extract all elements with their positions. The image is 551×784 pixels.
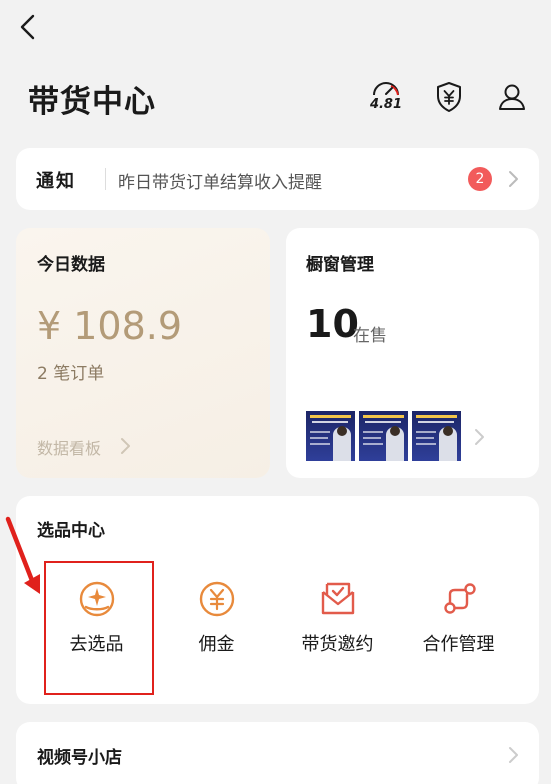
- notice-label: 通知: [36, 171, 76, 192]
- chevron-right-icon: [121, 438, 130, 454]
- score-value: 4.81: [369, 97, 403, 112]
- video-shop-card[interactable]: 视频号小店: [16, 722, 539, 784]
- back-icon[interactable]: [14, 12, 44, 42]
- notice-badge: 2: [468, 167, 492, 191]
- yen-circle-icon: [199, 581, 234, 617]
- divider: [105, 168, 106, 190]
- product-thumbnail[interactable]: [306, 411, 355, 461]
- window-title: 橱窗管理: [306, 255, 374, 275]
- dashboard-link[interactable]: 数据看板: [37, 435, 101, 459]
- invitation-button[interactable]: 带货邀约: [277, 580, 398, 680]
- product-thumbnail[interactable]: [359, 411, 408, 461]
- highlight-box: [44, 561, 154, 695]
- envelope-check-icon: [321, 582, 354, 615]
- notice-bar[interactable]: 通知 昨日带货订单结算收入提醒 2: [16, 148, 539, 210]
- tile-label: 合作管理: [422, 634, 495, 655]
- commission-button[interactable]: 佣金: [156, 580, 277, 680]
- chevron-right-icon: [509, 747, 518, 763]
- chevron-right-icon: [475, 429, 484, 445]
- user-icon[interactable]: [495, 80, 529, 114]
- today-data-card[interactable]: 今日数据 ¥ 108.9 2 笔订单 数据看板: [16, 228, 270, 478]
- chevron-right-icon: [509, 171, 518, 187]
- dashboard-link-label: 数据看板: [37, 439, 102, 458]
- tile-label: 带货邀约: [301, 634, 374, 655]
- score-gauge-button[interactable]: 4.81: [369, 80, 403, 114]
- shield-yen-icon[interactable]: [432, 80, 466, 114]
- notice-text: 昨日带货订单结算收入提醒: [118, 173, 322, 193]
- today-amount: ¥ 108.9: [37, 304, 183, 348]
- tile-label: 佣金: [198, 634, 235, 655]
- today-orders: 2 笔订单: [37, 364, 105, 384]
- connection-icon: [443, 583, 476, 614]
- product-thumbnail[interactable]: [412, 411, 461, 461]
- today-title: 今日数据: [37, 255, 105, 275]
- window-unit: 在售: [353, 326, 387, 346]
- shop-title: 视频号小店: [37, 748, 122, 768]
- red-arrow-icon: [5, 516, 40, 594]
- cooperation-management-button[interactable]: 合作管理: [398, 580, 519, 680]
- page-title: 带货中心: [28, 84, 156, 120]
- window-count: 10: [306, 302, 359, 346]
- window-management-card[interactable]: 橱窗管理 10 在售: [286, 228, 539, 478]
